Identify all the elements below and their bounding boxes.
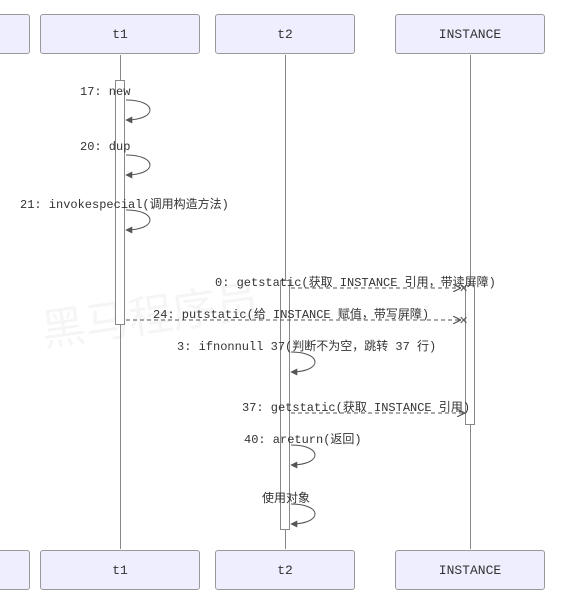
participant-instance-bottom: INSTANCE xyxy=(395,550,545,590)
participant-label: t1 xyxy=(112,27,128,42)
msg-label-3: 21: invokespecial(调用构造方法) xyxy=(20,195,229,212)
participant-t1-top: t1 xyxy=(40,14,200,54)
msg-label-7: 37: getstatic(获取 INSTANCE 引用) xyxy=(242,398,470,415)
msg-label-9: 使用对象 xyxy=(262,489,310,506)
participant-clipped-bottom xyxy=(0,550,30,590)
participant-label: t1 xyxy=(112,563,128,578)
participant-clipped-top xyxy=(0,14,30,54)
msg-label-2: 20: dup xyxy=(80,140,130,154)
participant-label: INSTANCE xyxy=(439,27,501,42)
msg-label-6: 3: ifnonnull 37(判断不为空，跳转 37 行) xyxy=(177,337,436,354)
msg-label-4: 0: getstatic(获取 INSTANCE 引用，带读屏障) xyxy=(215,273,496,290)
participant-label: INSTANCE xyxy=(439,563,501,578)
participant-t1-bottom: t1 xyxy=(40,550,200,590)
msg-label-5: 24: putstatic(给 INSTANCE 赋值，带写屏障) xyxy=(153,305,429,322)
participant-instance-top: INSTANCE xyxy=(395,14,545,54)
msg-label-1: 17: new xyxy=(80,85,130,99)
block-mark-1: ✕ xyxy=(459,282,468,295)
participant-t2-bottom: t2 xyxy=(215,550,355,590)
block-mark-2: ✕ xyxy=(459,314,468,327)
participant-label: t2 xyxy=(277,563,293,578)
msg-label-8: 40: areturn(返回) xyxy=(244,430,362,447)
participant-t2-top: t2 xyxy=(215,14,355,54)
participant-label: t2 xyxy=(277,27,293,42)
